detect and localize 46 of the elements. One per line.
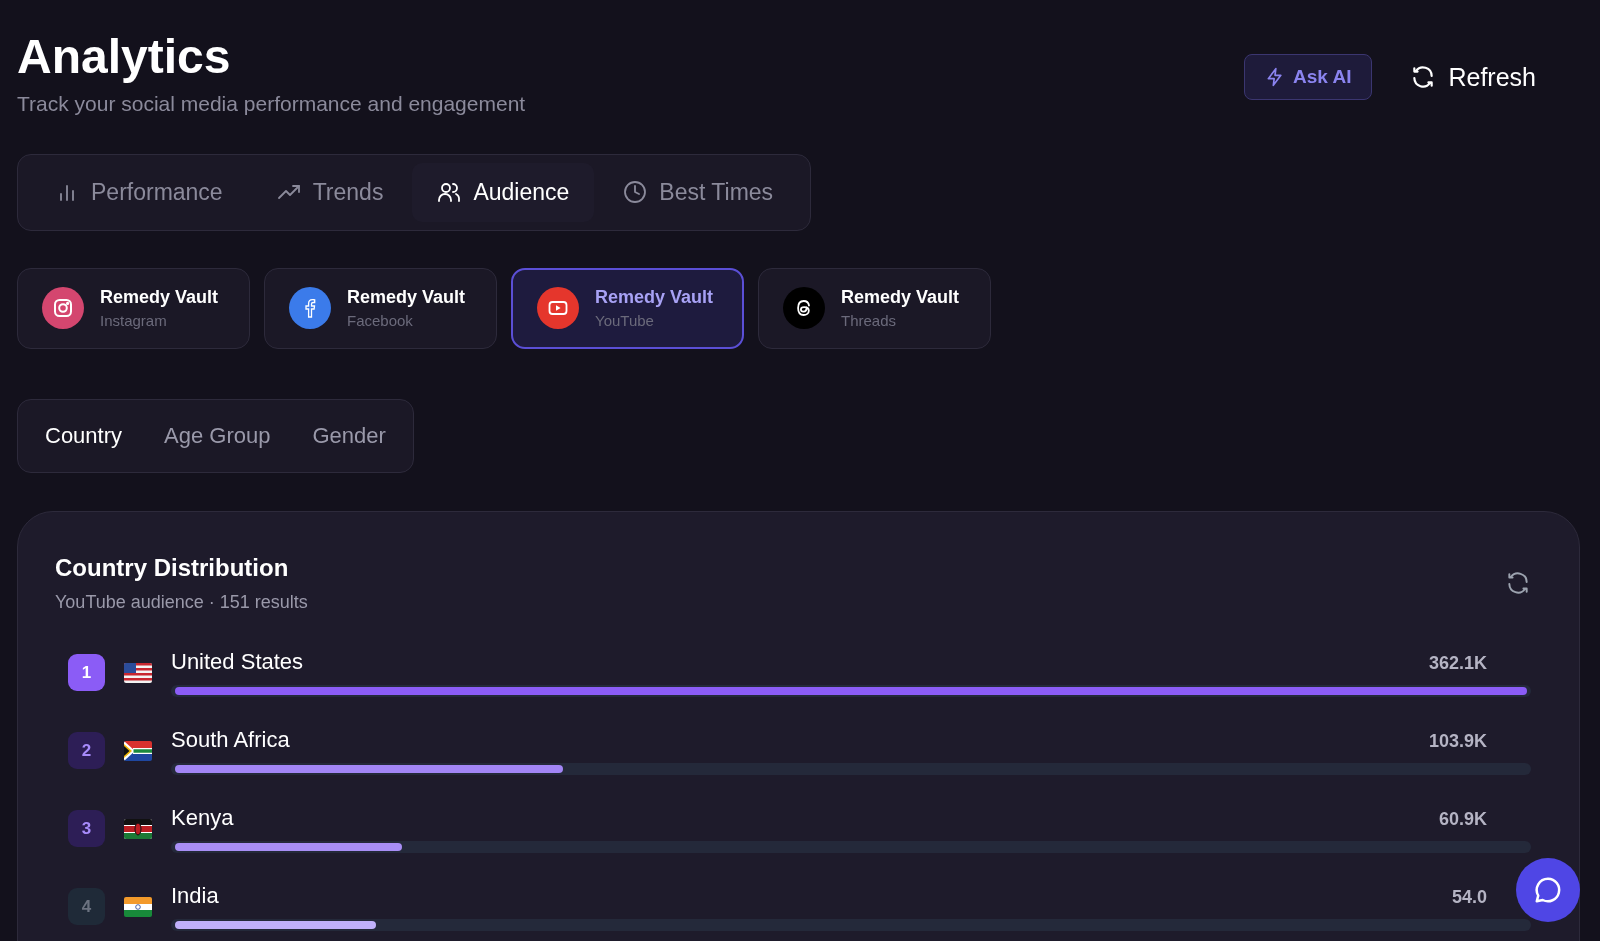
tab[interactable]: Audience bbox=[412, 162, 595, 222]
account-card[interactable]: Remedy Vault Threads bbox=[758, 267, 991, 349]
page-title: Analytics bbox=[17, 29, 232, 85]
rank-badge: 2 bbox=[68, 732, 105, 770]
tab[interactable]: Performance bbox=[30, 162, 248, 222]
refresh-icon[interactable] bbox=[1505, 570, 1531, 597]
platform-label: Threads bbox=[841, 312, 898, 330]
country-name: Kenya bbox=[171, 804, 234, 831]
segment-tab[interactable]: Country bbox=[24, 405, 144, 466]
tab[interactable]: Trends bbox=[251, 162, 409, 222]
audience-count: 103.9K bbox=[1428, 730, 1487, 752]
flag-icon bbox=[124, 818, 152, 839]
flag-icon bbox=[124, 662, 152, 683]
audience-count: 54.0 bbox=[1451, 886, 1487, 908]
country-name: United States bbox=[171, 648, 304, 675]
rank-badge: 4 bbox=[68, 888, 105, 926]
audience-count: 60.9K bbox=[1438, 808, 1487, 830]
account-card[interactable]: Remedy Vault Facebook bbox=[264, 267, 497, 349]
account-name: Remedy Vault bbox=[347, 287, 466, 309]
rank-badge: 3 bbox=[68, 810, 105, 848]
account-card[interactable]: Remedy Vault Instagram bbox=[17, 267, 250, 349]
card-title: Country Distribution bbox=[55, 553, 290, 582]
segment-tab[interactable]: Age Group bbox=[143, 405, 292, 466]
page-subtitle: Track your social media performance and engagement bbox=[17, 91, 526, 116]
country-name: India bbox=[171, 882, 219, 909]
ask-ai-button[interactable]: Ask AI bbox=[1244, 54, 1373, 100]
speech-bubble-icon bbox=[1533, 875, 1563, 905]
users-icon bbox=[437, 180, 462, 205]
account-card[interactable]: Remedy Vault YouTube bbox=[511, 267, 744, 349]
tab[interactable]: Best Times bbox=[598, 162, 799, 222]
platform-label: Facebook bbox=[347, 312, 414, 330]
platform-label: Instagram bbox=[100, 312, 168, 330]
account-name: Remedy Vault bbox=[841, 287, 960, 309]
rank-badge: 1 bbox=[68, 654, 105, 692]
flag-icon bbox=[124, 896, 152, 917]
flag-icon bbox=[124, 740, 152, 761]
country-name: South Africa bbox=[171, 726, 290, 753]
platform-label: YouTube bbox=[595, 312, 655, 330]
account-name: Remedy Vault bbox=[100, 287, 219, 309]
refresh-button[interactable]: Refresh bbox=[1402, 56, 1544, 98]
audience-count: 362.1K bbox=[1428, 652, 1487, 674]
account-name: Remedy Vault bbox=[595, 287, 714, 309]
segment-tab[interactable]: Gender bbox=[291, 405, 407, 466]
card-subtitle: YouTube audience · 151 results bbox=[55, 591, 308, 613]
clock-icon bbox=[623, 180, 648, 205]
lightning-icon bbox=[1265, 67, 1285, 87]
